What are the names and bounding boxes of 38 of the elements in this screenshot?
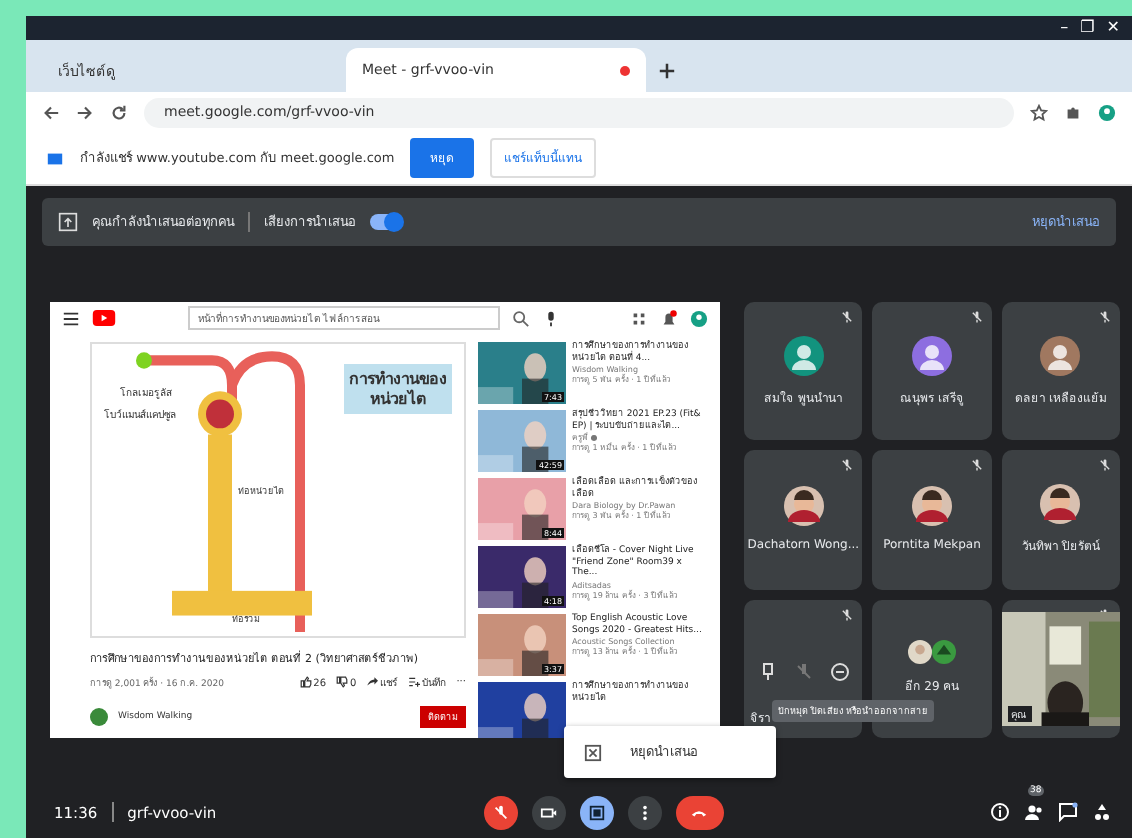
window-control[interactable]: ✕	[1106, 20, 1120, 36]
search-icon[interactable]	[512, 309, 530, 327]
add-to-list-icon	[408, 676, 421, 688]
people-icon[interactable]	[1024, 802, 1044, 822]
present-icon	[58, 212, 78, 232]
camera-icon	[539, 803, 558, 821]
slide-title: การทำงานของ หน่วยไต	[344, 364, 452, 415]
play-logo-icon	[92, 310, 116, 326]
more-options-button[interactable]	[627, 795, 662, 829]
pin-icon[interactable]	[757, 662, 778, 683]
thumbs-up-icon	[299, 675, 312, 687]
menu-icon[interactable]	[62, 309, 80, 327]
forward-icon[interactable]	[76, 103, 94, 121]
mic-icon[interactable]	[542, 309, 560, 327]
star-icon[interactable]	[1030, 103, 1048, 121]
microphone-icon	[491, 803, 510, 821]
close-icon	[584, 743, 602, 761]
microphone-button[interactable]	[483, 795, 518, 829]
back-icon[interactable]	[42, 103, 60, 121]
reload-icon[interactable]	[110, 103, 128, 121]
bell-icon[interactable]	[660, 309, 678, 327]
camera-button[interactable]	[531, 795, 566, 829]
avatar-icon[interactable]	[690, 309, 708, 327]
leave-call-button[interactable]	[675, 795, 724, 829]
remove-icon[interactable]	[829, 662, 850, 683]
present-button[interactable]	[579, 795, 614, 829]
window-control[interactable]: –	[1060, 20, 1069, 36]
present-icon	[587, 803, 606, 821]
activities-icon[interactable]	[1092, 802, 1112, 822]
info-icon[interactable]	[990, 802, 1010, 822]
profile-icon[interactable]	[1098, 103, 1116, 121]
audio-toggle[interactable]	[370, 214, 402, 230]
channel-avatar-icon	[90, 708, 108, 726]
chat-icon[interactable]	[1058, 802, 1078, 822]
new-tab-icon[interactable]	[658, 62, 676, 80]
window-control[interactable]: ❐	[1080, 20, 1095, 36]
thumbs-down-icon	[336, 675, 349, 687]
grid-icon[interactable]	[630, 309, 648, 327]
